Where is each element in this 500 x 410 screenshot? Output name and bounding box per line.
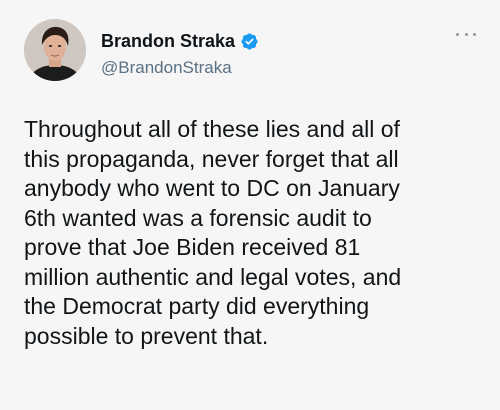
more-options-icon[interactable] bbox=[456, 30, 476, 38]
dot bbox=[473, 32, 476, 36]
tweet-text-line: prove that Joe Biden received 81 bbox=[24, 234, 361, 260]
verified-badge-icon bbox=[240, 32, 259, 51]
tweet-text-line: anybody who went to DC on January bbox=[24, 175, 400, 201]
dot bbox=[464, 32, 468, 36]
tweet-text-line: 6th wanted was a forensic audit to bbox=[24, 204, 372, 231]
display-name[interactable]: Brandon Straka bbox=[101, 31, 235, 52]
tweet-text-line: million authentic and legal votes, and bbox=[24, 263, 402, 290]
dot bbox=[456, 32, 459, 36]
tweet-text-line: Throughout all of these lies and all of bbox=[24, 116, 400, 142]
tweet-text-line: possible to prevent that. bbox=[24, 322, 269, 349]
name-row: Brandon Straka bbox=[101, 30, 259, 52]
tweet-card: Brandon Straka @BrandonStraka Throughout… bbox=[0, 0, 500, 410]
user-handle[interactable]: @BrandonStraka bbox=[101, 58, 259, 78]
author-block: Brandon Straka @BrandonStraka bbox=[101, 30, 259, 78]
tweet-text-line: this propaganda, never forget that all bbox=[24, 145, 399, 172]
tweet-text: Throughout all of these lies and all of … bbox=[24, 115, 486, 351]
avatar[interactable] bbox=[24, 19, 86, 81]
avatar-image bbox=[24, 19, 86, 81]
tweet-text-line: the Democrat party did everything bbox=[24, 293, 370, 319]
